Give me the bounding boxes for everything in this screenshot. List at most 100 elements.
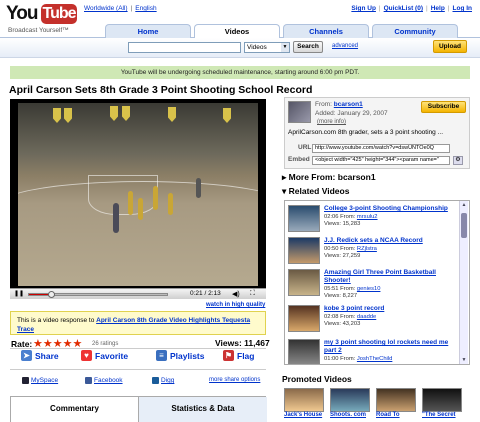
related-from-label: From:: [340, 314, 356, 320]
english-link[interactable]: English: [135, 5, 156, 12]
playlists-button[interactable]: ≡ Playlists: [156, 350, 205, 361]
related-user[interactable]: daadde: [357, 314, 376, 320]
scroll-down-icon[interactable]: ▼: [460, 356, 468, 364]
promoted-title[interactable]: Jack's House: [284, 412, 328, 418]
gear-icon[interactable]: ⚙: [453, 156, 463, 165]
promoted-item[interactable]: Road To: [376, 388, 420, 422]
tab-community[interactable]: Community: [372, 24, 458, 38]
digg-label: Digg: [161, 377, 175, 384]
tab-videos[interactable]: Videos: [194, 24, 280, 38]
video-thumbnail[interactable]: [288, 339, 320, 364]
ratings-count: 26 ratings: [92, 341, 119, 347]
related-user[interactable]: mrsulu2: [357, 214, 378, 220]
promoted-title[interactable]: Shoots. com: [330, 412, 374, 418]
player-figure: [138, 198, 143, 220]
upload-button[interactable]: Upload: [433, 40, 467, 53]
list-item[interactable]: my 3 point shooting lol rockets need me …: [288, 339, 458, 364]
scroll-thumb[interactable]: [461, 213, 467, 238]
list-item[interactable]: kobe 3 point record 02:08 From: daadde V…: [288, 305, 458, 340]
related-videos-list: College 3-point Shooting Championship 02…: [284, 200, 470, 365]
seek-bar[interactable]: [28, 291, 168, 298]
help-link[interactable]: Help: [431, 5, 445, 12]
related-user[interactable]: JoshTheChild: [357, 356, 392, 362]
wall-banner: [223, 108, 231, 123]
related-from-label: From:: [340, 214, 356, 220]
related-title[interactable]: my 3 point shooting lol rockets need me …: [324, 339, 462, 355]
more-from-heading[interactable]: ▸ More From: bcarson1: [282, 172, 376, 183]
more-share-link[interactable]: more share options: [209, 377, 260, 383]
related-label: Related Videos: [288, 186, 350, 196]
video-thumbnail[interactable]: [288, 237, 320, 264]
video-title: April Carson Sets 8th Grade 3 Point Shoo…: [9, 84, 313, 96]
related-title[interactable]: Amazing Girl Three Point Basketball Shoo…: [324, 269, 462, 285]
related-user[interactable]: RZjlstra: [357, 246, 377, 252]
seek-handle[interactable]: [48, 291, 56, 298]
video-thumbnail[interactable]: [288, 305, 320, 332]
related-meta: 01:00 From: JoshTheChild: [324, 356, 392, 363]
myspace-link[interactable]: MySpace: [22, 377, 58, 384]
related-meta: 02:06 From: mrsulu2: [324, 214, 378, 221]
quicklist-link[interactable]: QuickList (0): [384, 5, 423, 12]
promoted-title[interactable]: Road To: [376, 412, 420, 418]
related-title[interactable]: College 3-point Shooting Championship: [324, 205, 462, 213]
favorite-label: Favorite: [95, 350, 129, 361]
facebook-link[interactable]: Facebook: [85, 377, 123, 384]
video-thumbnail[interactable]: [288, 269, 320, 296]
log-in-link[interactable]: Log In: [453, 5, 473, 12]
search-button[interactable]: Search: [293, 41, 323, 53]
video-thumbnail[interactable]: [284, 388, 324, 412]
video-frame[interactable]: [18, 103, 258, 286]
scroll-up-icon[interactable]: ▲: [460, 201, 468, 209]
promoted-item[interactable]: "The Secret: [422, 388, 466, 422]
more-info-link[interactable]: (more info): [317, 119, 346, 125]
tab-commentary[interactable]: Commentary: [11, 397, 139, 422]
url-field[interactable]: http://www.youtube.com/watch?v=dswUNTOe0…: [312, 144, 450, 153]
pause-icon[interactable]: ❚❚: [14, 291, 24, 298]
related-title[interactable]: kobe 3 point record: [324, 305, 462, 313]
video-thumbnail[interactable]: [422, 388, 462, 412]
tab-channels[interactable]: Channels: [283, 24, 369, 38]
promoted-item[interactable]: Shoots. com: [330, 388, 374, 422]
uploader-link[interactable]: bcarson1: [334, 101, 363, 108]
share-button[interactable]: ➤ Share: [21, 350, 59, 361]
promoted-item[interactable]: Jack's House: [284, 388, 328, 422]
sign-up-link[interactable]: Sign Up: [351, 5, 376, 12]
volume-icon[interactable]: ◀): [232, 290, 240, 298]
video-thumbnail[interactable]: [376, 388, 416, 412]
search-type-select[interactable]: Videos ▼: [244, 42, 290, 53]
myspace-label: MySpace: [31, 377, 59, 384]
digg-link[interactable]: Digg: [152, 377, 174, 384]
tab-home[interactable]: Home: [105, 24, 191, 38]
related-time: 01:00: [324, 356, 339, 362]
logo-you: You: [6, 3, 39, 24]
related-from-label: From:: [340, 286, 356, 292]
watch-hq-link[interactable]: watch in high quality: [206, 302, 265, 308]
subscribe-button[interactable]: Subscribe: [421, 101, 466, 113]
related-heading[interactable]: ▾ Related Videos: [282, 186, 349, 197]
related-user[interactable]: genies10: [357, 286, 381, 292]
favorite-button[interactable]: ♥ Favorite: [81, 350, 128, 361]
embed-field[interactable]: <object width="425" height="344"><param …: [312, 156, 450, 165]
avatar[interactable]: [288, 101, 311, 123]
youtube-logo[interactable]: You Tube: [6, 3, 77, 27]
flag-icon: ⚑: [223, 350, 234, 361]
list-item[interactable]: Amazing Girl Three Point Basketball Shoo…: [288, 269, 458, 304]
worldwide-link[interactable]: Worldwide (All): [84, 5, 128, 12]
wall-banner: [168, 107, 176, 122]
bottom-tabs: Commentary Statistics & Data: [10, 396, 267, 422]
search-input[interactable]: [128, 42, 241, 53]
related-scrollbar[interactable]: ▲ ▼: [459, 201, 468, 364]
promoted-title[interactable]: "The Secret: [422, 412, 466, 418]
share-label: Share: [35, 350, 59, 361]
tab-statistics[interactable]: Statistics & Data: [139, 397, 267, 422]
fullscreen-icon[interactable]: ⛶: [250, 290, 255, 298]
video-thumbnail[interactable]: [330, 388, 370, 412]
related-title[interactable]: J.J. Redick sets a NCAA Record: [324, 237, 462, 245]
list-item[interactable]: College 3-point Shooting Championship 02…: [288, 205, 458, 240]
flag-button[interactable]: ⚑ Flag: [223, 350, 254, 361]
video-thumbnail[interactable]: [288, 205, 320, 232]
advanced-search-link[interactable]: advanced: [332, 43, 358, 49]
list-item[interactable]: J.J. Redick sets a NCAA Record 00:50 Fro…: [288, 237, 458, 272]
heart-icon: ♥: [81, 350, 92, 361]
more-from-label: More From: bcarson1: [288, 172, 376, 182]
